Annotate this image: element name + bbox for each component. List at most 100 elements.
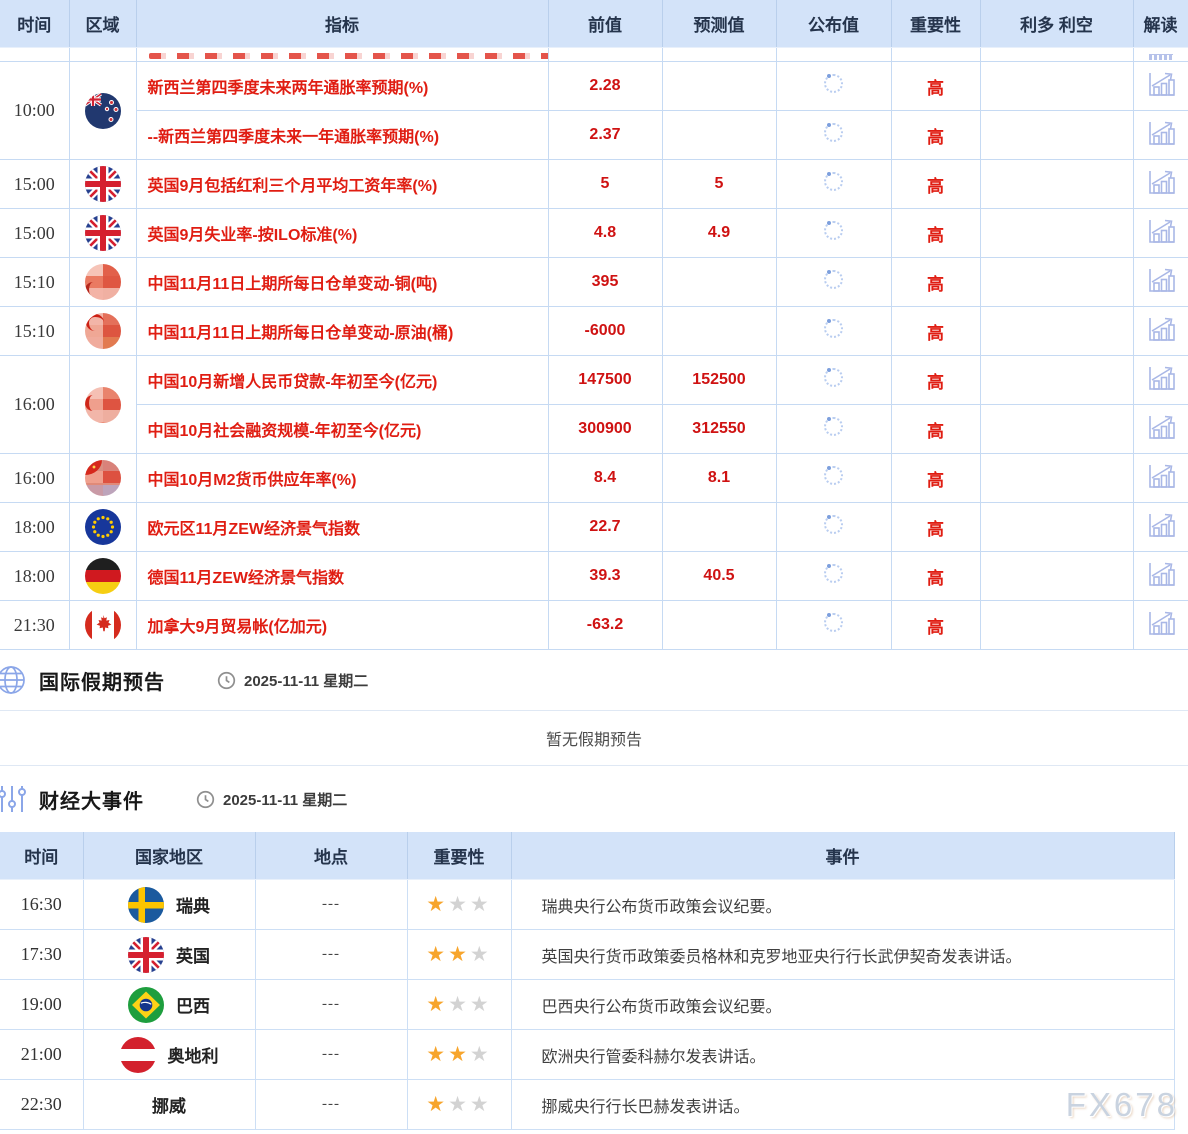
col-header-time: 时间 (0, 832, 83, 880)
indicator-link[interactable]: 英国9月包括红利三个月平均工资年率(%) (136, 160, 548, 209)
events-table: 时间 国家地区 地点 重要性 事件 16:30 瑞典 --- ★★★ 瑞典央行公… (0, 832, 1175, 1130)
col-header-importance: 重要性 (891, 0, 980, 48)
indicator-link[interactable]: 英国9月失业率-按ILO标准(%) (136, 209, 548, 258)
interpret-chart-icon[interactable] (1147, 71, 1175, 102)
event-text: 欧洲央行管委科赫尔发表讲话。 (511, 1030, 1174, 1080)
fx678-watermark: FX678 (1066, 1086, 1178, 1124)
loading-spinner-icon (824, 123, 843, 142)
interpret-chart-icon[interactable] (1147, 218, 1175, 249)
interpret-chart-icon[interactable] (1147, 463, 1175, 494)
event-row: 16:30 瑞典 --- ★★★ 瑞典央行公布货币政策会议纪要。 (0, 880, 1174, 930)
interpret-chart-icon[interactable] (1147, 316, 1175, 347)
importance-stars: ★★★ (426, 943, 491, 966)
loading-spinner-icon (824, 221, 843, 240)
loading-spinner-icon (824, 74, 843, 93)
col-header-published: 公布值 (776, 0, 891, 48)
table-row: 10:00 新西兰第四季度未来两年通胀率预期(%) 2.28 高 (0, 62, 1188, 111)
event-text: 英国央行货币政策委员格林和克罗地亚央行行长武伊契奇发表讲话。 (511, 930, 1174, 980)
indicator-link[interactable]: 新西兰第四季度未来两年通胀率预期(%) (136, 62, 548, 111)
previous-value: 2.28 (548, 62, 662, 111)
col-header-previous: 前值 (548, 0, 662, 48)
flag-china-pixelated-icon (85, 313, 121, 349)
flag-germany-icon (85, 558, 121, 594)
flag-united-kingdom-icon (85, 166, 121, 202)
event-text: 瑞典央行公布货币政策会议纪要。 (511, 880, 1174, 930)
clipped-chart-icon (1133, 48, 1188, 62)
row-time: 10:00 (0, 62, 69, 160)
event-row: 19:00 巴西 --- ★★★ 巴西央行公布货币政策会议纪要。 (0, 980, 1174, 1030)
indicator-link[interactable]: 中国11月11日上期所每日仓单变动-原油(桶) (136, 307, 548, 356)
interpret-chart-icon[interactable] (1147, 512, 1175, 543)
interpret-chart-icon[interactable] (1147, 414, 1175, 445)
table-row: 16:00 中国10月新增人民币贷款-年初至今(亿元) 147500 15250… (0, 356, 1188, 405)
holiday-section-date: 2025-11-11 星期二 (244, 670, 368, 691)
flag-united-kingdom-icon (85, 215, 121, 251)
table-row: 15:10 中国11月11日上期所每日仓单变动-原油(桶) -6000 高 (0, 307, 1188, 356)
loading-spinner-icon (824, 564, 843, 583)
col-header-time: 时间 (0, 0, 69, 48)
location-cell: --- (255, 880, 407, 930)
event-text: 巴西央行公布货币政策会议纪要。 (511, 980, 1174, 1030)
indicator-link[interactable]: 中国10月社会融资规模-年初至今(亿元) (136, 405, 548, 454)
importance-stars: ★★★ (426, 1043, 491, 1066)
events-section-title: 财经大事件 (39, 785, 144, 814)
calendar-header-row: 时间 区域 指标 前值 预测值 公布值 重要性 利多 利空 解读 (0, 0, 1188, 48)
table-row: 15:10 中国11月11日上期所每日仓单变动-铜(吨) 395 高 (0, 258, 1188, 307)
interpret-chart-icon[interactable] (1147, 267, 1175, 298)
holiday-section-header: 国际假期预告 2025-11-11 星期二 (0, 650, 1188, 710)
event-row: 22:30 挪威 --- ★★★ 挪威央行行长巴赫发表讲话。 (0, 1080, 1174, 1130)
country-name: 英国 (176, 942, 210, 967)
flag-canada-icon (85, 607, 121, 643)
flag-new-zealand-icon (85, 93, 121, 129)
table-row: --新西兰第四季度未来一年通胀率预期(%) 2.37 高 (0, 111, 1188, 160)
indicator-link[interactable]: 加拿大9月贸易帐(亿加元) (136, 601, 548, 650)
interpret-chart-icon[interactable] (1147, 365, 1175, 396)
events-section-header: 财经大事件 2025-11-11 星期二 (0, 766, 1188, 832)
events-header-row: 时间 国家地区 地点 重要性 事件 (0, 832, 1174, 880)
loading-spinner-icon (824, 515, 843, 534)
loading-spinner-icon (824, 172, 843, 191)
indicator-link[interactable]: --新西兰第四季度未来一年通胀率预期(%) (136, 111, 548, 160)
flag-brazil-icon (128, 987, 164, 1023)
flag-china-pixelated-icon (85, 460, 121, 496)
importance-stars: ★★★ (426, 1093, 491, 1116)
loading-spinner-icon (824, 368, 843, 387)
indicator-link[interactable]: 中国11月11日上期所每日仓单变动-铜(吨) (136, 258, 548, 307)
flag-european-union-icon (85, 509, 121, 545)
importance-stars: ★★★ (426, 993, 491, 1016)
flag-united-kingdom-icon (128, 937, 164, 973)
loading-spinner-icon (824, 613, 843, 632)
col-header-indicator: 指标 (136, 0, 548, 48)
col-header-forecast: 预测值 (662, 0, 776, 48)
flag-china-pixelated-icon (85, 387, 121, 423)
table-row: 15:00 英国9月失业率-按ILO标准(%) 4.8 4.9 高 (0, 209, 1188, 258)
col-header-bull-bear: 利多 利空 (980, 0, 1133, 48)
indicator-link[interactable]: 中国10月M2货币供应年率(%) (136, 454, 548, 503)
indicator-link[interactable]: 德国11月ZEW经济景气指数 (136, 552, 548, 601)
interpret-chart-icon[interactable] (1147, 561, 1175, 592)
importance-stars: ★★★ (426, 893, 491, 916)
interpret-chart-icon[interactable] (1147, 120, 1175, 151)
interpret-chart-icon[interactable] (1147, 610, 1175, 641)
loading-spinner-icon (824, 319, 843, 338)
event-row: 21:00 奥地利 --- ★★★ 欧洲央行管委科赫尔发表讲话。 (0, 1030, 1174, 1080)
indicator-link[interactable]: 中国10月新增人民币贷款-年初至今(亿元) (136, 356, 548, 405)
country-name: 奥地利 (168, 1042, 219, 1067)
indicator-link[interactable]: 欧元区11月ZEW经济景气指数 (136, 503, 548, 552)
table-row: 中国10月社会融资规模-年初至今(亿元) 300900 312550 高 (0, 405, 1188, 454)
globe-icon (0, 664, 27, 696)
clipped-row (0, 48, 1188, 62)
economic-calendar-table: 时间 区域 指标 前值 预测值 公布值 重要性 利多 利空 解读 10:00 新… (0, 0, 1188, 650)
clipped-indicator-text (136, 48, 548, 62)
interpret-chart-icon[interactable] (1147, 169, 1175, 200)
col-header-region: 区域 (69, 0, 136, 48)
event-row: 17:30 英国 --- ★★★ 英国央行货币政策委员格林和克罗地亚央行行长武伊… (0, 930, 1174, 980)
holiday-empty-message: 暂无假期预告 (0, 710, 1188, 766)
table-row: 18:00 德国11月ZEW经济景气指数 39.3 40.5 高 (0, 552, 1188, 601)
flag-sweden-icon (128, 887, 164, 923)
flag-china-pixelated-icon (85, 264, 121, 300)
col-header-event: 事件 (511, 832, 1174, 880)
loading-spinner-icon (824, 270, 843, 289)
country-name: 瑞典 (176, 892, 210, 917)
col-header-interpret: 解读 (1133, 0, 1188, 48)
